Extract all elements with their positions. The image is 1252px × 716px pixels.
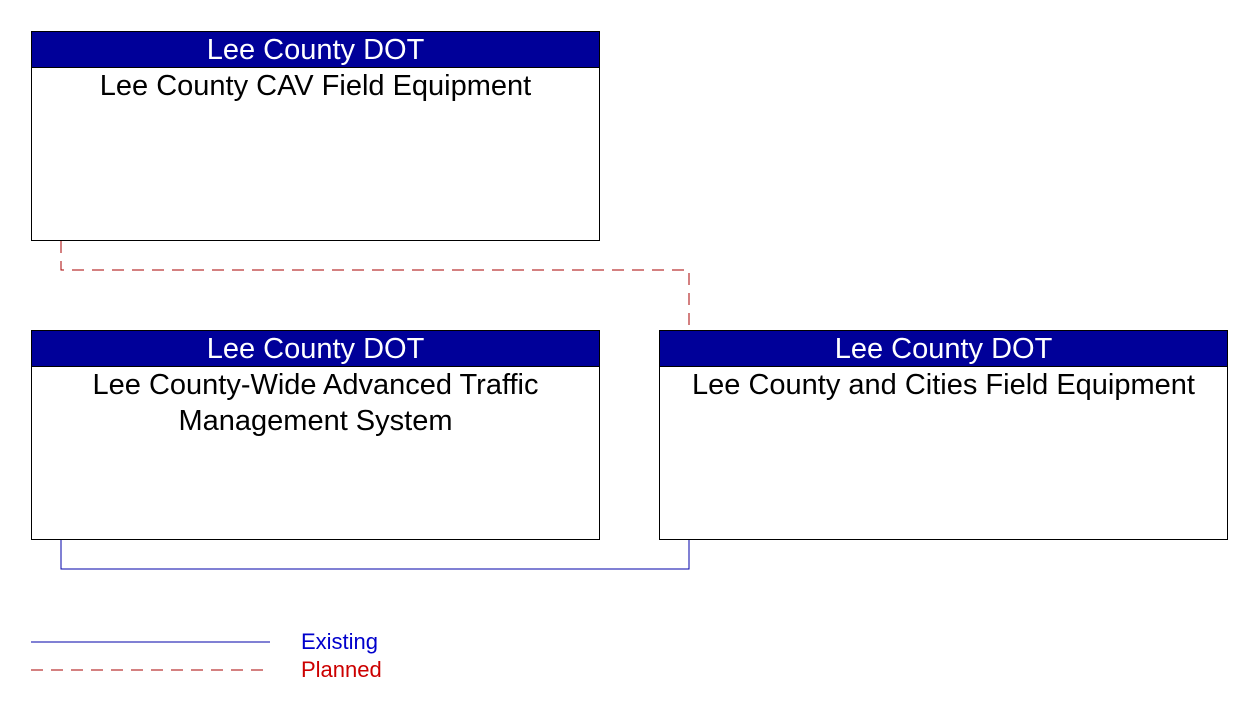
node-lee-county-cav-field-equipment[interactable]: Lee County DOT Lee County CAV Field Equi… xyxy=(31,31,600,241)
node-name: Lee County-Wide Advanced Traffic Managem… xyxy=(92,369,539,437)
existing-connection-atms-to-cities[interactable] xyxy=(60,540,690,570)
node-owner-header: Lee County DOT xyxy=(32,331,599,367)
node-owner-header: Lee County DOT xyxy=(660,331,1227,367)
legend-planned-label: Planned xyxy=(301,657,382,682)
planned-connection-cav-to-cities[interactable] xyxy=(60,241,690,330)
node-owner-header: Lee County DOT xyxy=(32,32,599,68)
node-name: Lee County and Cities Field Equipment xyxy=(692,369,1195,401)
node-name: Lee County CAV Field Equipment xyxy=(99,70,532,102)
node-lee-county-wide-atms[interactable]: Lee County DOT Lee County-Wide Advanced … xyxy=(31,330,600,540)
node-lee-county-and-cities-field-equipment[interactable]: Lee County DOT Lee County and Cities Fie… xyxy=(659,330,1228,540)
legend-existing-label: Existing xyxy=(301,629,379,654)
